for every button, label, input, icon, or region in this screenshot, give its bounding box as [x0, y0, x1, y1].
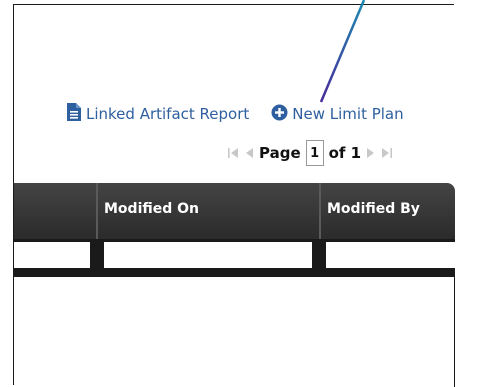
filter-input-modified-on[interactable] [104, 242, 312, 268]
column-header-modified-on[interactable]: Modified On [98, 183, 318, 239]
column-header-first[interactable] [14, 183, 96, 239]
column-header-modified-by[interactable]: Modified By [321, 183, 455, 239]
grid-body [14, 277, 455, 387]
pagination: Page 1 of 1 [227, 139, 393, 167]
filter-input-first[interactable] [14, 242, 90, 268]
plus-circle-icon [271, 104, 288, 125]
current-page-input[interactable]: 1 [305, 140, 324, 166]
grid-header: Modified On Modified By [14, 183, 455, 271]
document-icon [66, 102, 82, 126]
toolbar: Linked Artifact Report New Limit Plan [66, 102, 404, 126]
linked-artifact-report-label: Linked Artifact Report [86, 105, 250, 123]
next-page-icon[interactable] [366, 146, 376, 160]
filter-input-modified-by[interactable] [326, 242, 455, 268]
new-limit-plan-label: New Limit Plan [292, 105, 404, 123]
page-total: of 1 [328, 144, 362, 162]
last-page-icon[interactable] [381, 146, 393, 160]
first-page-icon[interactable] [227, 146, 239, 160]
new-limit-plan-button[interactable]: New Limit Plan [271, 104, 404, 125]
filter-row [14, 239, 455, 277]
prev-page-icon[interactable] [244, 146, 254, 160]
linked-artifact-report-link[interactable]: Linked Artifact Report [66, 102, 249, 126]
page-word: Page [259, 144, 301, 162]
